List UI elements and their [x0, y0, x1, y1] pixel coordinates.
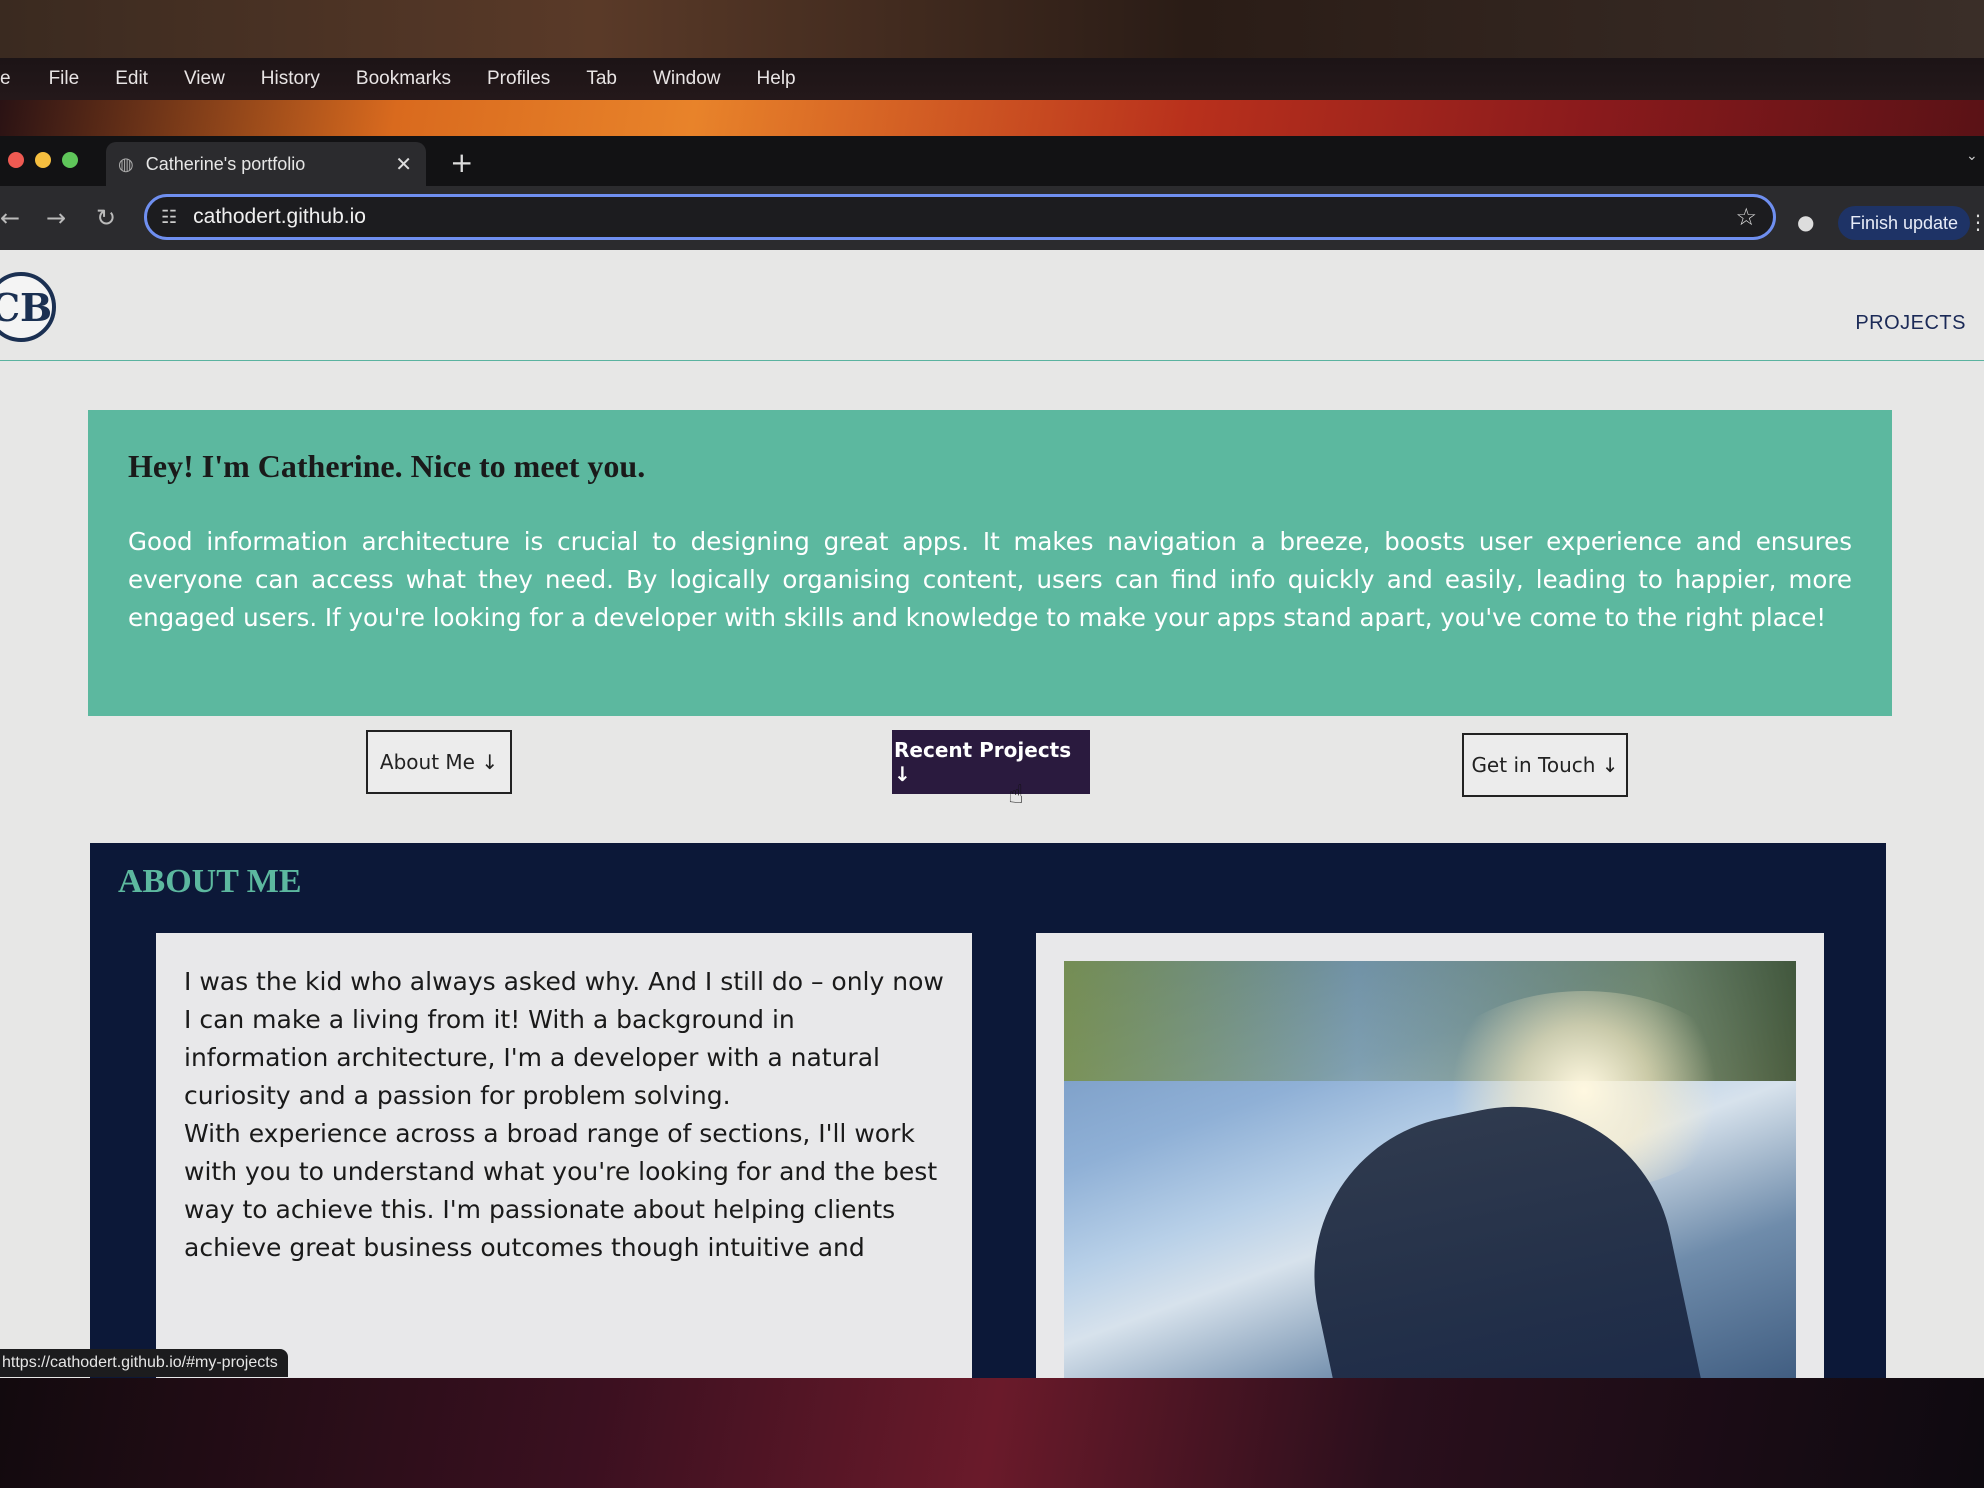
about-paragraph-1: I was the kid who always asked why. And … [184, 967, 944, 1110]
desktop-wallpaper [0, 100, 1984, 140]
menu-view[interactable]: View [166, 68, 243, 90]
page-viewport: CB PROJECTS Hey! I'm Catherine. Nice to … [0, 250, 1984, 1378]
site-logo[interactable]: CB [0, 272, 56, 342]
profile-icon[interactable]: ● [1797, 210, 1814, 234]
about-paragraph-2: With experience across a broad range of … [184, 1119, 938, 1262]
site-header: CB PROJECTS [0, 250, 1984, 361]
back-arrow-icon[interactable]: ← [0, 204, 20, 232]
menu-bookmarks[interactable]: Bookmarks [338, 68, 469, 90]
tab-strip: ◍ Catherine's portfolio ✕ + ⌄ [0, 136, 1984, 186]
about-text-card: I was the kid who always asked why. And … [156, 933, 972, 1378]
get-in-touch-button[interactable]: Get in Touch ↓ [1462, 733, 1628, 797]
photo-background-bottom [0, 1378, 1984, 1488]
globe-icon: ◍ [118, 153, 134, 174]
tab-catherines-portfolio[interactable]: ◍ Catherine's portfolio ✕ [106, 142, 426, 186]
forward-arrow-icon[interactable]: → [46, 204, 66, 232]
minimize-window-icon[interactable] [35, 152, 51, 168]
about-me-button[interactable]: About Me ↓ [366, 730, 512, 794]
bookmark-star-icon[interactable]: ☆ [1735, 203, 1757, 232]
menu-file[interactable]: File [31, 68, 98, 90]
macos-menu-bar: e File Edit View History Bookmarks Profi… [0, 58, 1984, 100]
close-tab-icon[interactable]: ✕ [395, 152, 412, 177]
browser-toolbar: ← → ↻ ☷ cathodert.github.io ☆ ● Finish u… [0, 186, 1984, 250]
nav-link-projects[interactable]: PROJECTS [1855, 312, 1966, 335]
hero-heading: Hey! I'm Catherine. Nice to meet you. [128, 448, 646, 484]
about-photo-frame [1036, 933, 1824, 1378]
menu-app-name[interactable]: e [0, 68, 31, 90]
browser-window: ◍ Catherine's portfolio ✕ + ⌄ ← → ↻ ☷ ca… [0, 136, 1984, 1378]
menu-tab[interactable]: Tab [568, 68, 635, 90]
new-tab-icon[interactable]: + [450, 146, 473, 179]
photo-background-top [0, 0, 1984, 60]
menu-help[interactable]: Help [739, 68, 814, 90]
reload-icon[interactable]: ↻ [96, 204, 116, 232]
tab-search-chevron-icon[interactable]: ⌄ [1966, 148, 1978, 164]
profile-photo [1064, 961, 1796, 1378]
about-me-section: ABOUT ME I was the kid who always asked … [90, 843, 1886, 1378]
menu-history[interactable]: History [243, 68, 338, 90]
hand-pointer-cursor-icon: ☝ [1008, 780, 1024, 810]
address-bar[interactable]: ☷ cathodert.github.io ☆ [144, 194, 1776, 240]
more-options-icon[interactable]: ⋮ [1968, 210, 1984, 234]
tab-title: Catherine's portfolio [145, 153, 306, 174]
url-text[interactable]: cathodert.github.io [193, 205, 366, 229]
menu-profiles[interactable]: Profiles [469, 68, 568, 90]
menu-edit[interactable]: Edit [97, 68, 166, 90]
menu-window[interactable]: Window [635, 68, 739, 90]
about-heading: ABOUT ME [118, 863, 302, 900]
finish-update-button[interactable]: Finish update [1838, 206, 1971, 240]
hero-banner: Hey! I'm Catherine. Nice to meet you. Go… [88, 410, 1892, 716]
zoom-window-icon[interactable] [62, 152, 78, 168]
hero-intro-text: Good information architecture is crucial… [128, 527, 1852, 632]
recent-projects-button[interactable]: Recent Projects ↓ [892, 730, 1090, 794]
site-settings-icon[interactable]: ☷ [161, 207, 177, 228]
close-window-icon[interactable] [8, 152, 24, 168]
link-status-bubble: https://cathodert.github.io/#my-projects [0, 1349, 288, 1377]
